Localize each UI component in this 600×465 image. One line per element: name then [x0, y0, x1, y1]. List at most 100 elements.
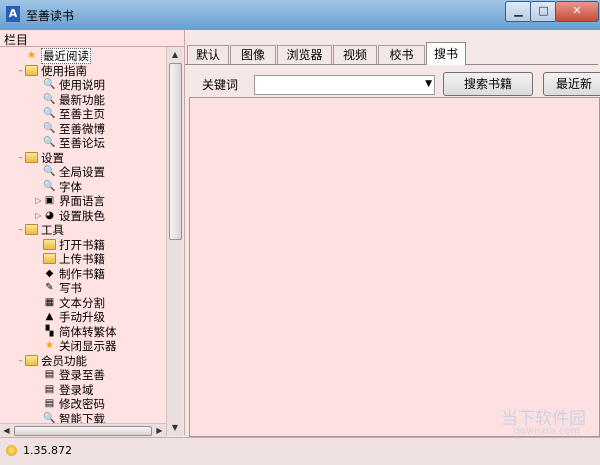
network-icon: ▤ — [44, 383, 55, 395]
book-icon: ◆ — [45, 267, 54, 279]
tree-item[interactable]: – 会员功能 — [16, 353, 88, 368]
upgrade-icon: ▲ — [45, 311, 54, 322]
magnifier-icon: 🔍 — [43, 122, 56, 134]
tree-item[interactable]: ▚ 简体转繁体 — [34, 325, 117, 339]
tree-item[interactable]: 上传书籍 — [34, 252, 105, 266]
recent-button[interactable]: 最近新 — [543, 72, 600, 96]
tab-0[interactable]: 默认 — [187, 45, 229, 64]
convert-icon: ▚ — [45, 325, 54, 337]
search-results-area — [189, 97, 600, 437]
tab-5[interactable]: 搜书 — [426, 42, 466, 65]
tree-item[interactable]: ▦ 文本分割 — [34, 296, 105, 310]
search-books-button[interactable]: 搜索书籍 — [443, 72, 533, 96]
folder-open-icon — [43, 238, 56, 250]
main-panel: 默认 图像 浏览器 视频 校书 搜书 关键词 ▼ 搜索书籍 最近新 — [185, 30, 600, 437]
network-icon: ▤ — [44, 398, 55, 409]
tree-item-label: 写书 — [59, 281, 82, 295]
tree-item[interactable]: 🔍 智能下载 — [34, 412, 105, 424]
network-icon: ▤ — [44, 369, 55, 380]
tree-item[interactable]: – 使用指南 — [16, 63, 88, 78]
tree-item-label: 会员功能 — [41, 353, 87, 368]
app-icon: A — [6, 6, 20, 22]
scroll-up-arrow-icon[interactable]: ▲ — [167, 47, 183, 63]
tree-item[interactable]: 打开书籍 — [34, 238, 105, 252]
tree-item-label: 字体 — [59, 179, 82, 194]
status-bar: 1.35.872 当下软件园 downxia.com — [0, 409, 600, 465]
tree-item[interactable]: ★ 关闭显示器 — [34, 339, 117, 353]
tree-item[interactable]: ▤ 登录域 — [34, 383, 94, 397]
tree-item[interactable]: ◆ 制作书籍 — [34, 267, 105, 281]
expand-toggle-icon[interactable]: – — [16, 64, 25, 78]
tab-2[interactable]: 浏览器 — [277, 45, 332, 64]
scroll-down-arrow-icon[interactable]: ▼ — [167, 420, 183, 436]
magnifier-icon: 🔍 — [43, 412, 56, 424]
scroll-thumb[interactable] — [169, 63, 182, 240]
tree-item[interactable]: 🔍 最新功能 — [34, 93, 105, 107]
folder-icon — [25, 64, 38, 76]
tree-item-label: 至善微博 — [59, 121, 105, 136]
tree-item[interactable]: ▤ 登录至善 — [34, 368, 105, 382]
tree-item[interactable]: ▷ ◕ 设置肤色 — [34, 209, 105, 223]
tree-item-label: 关闭显示器 — [59, 339, 117, 353]
expand-toggle-icon[interactable]: ▷ — [34, 194, 43, 208]
close-button[interactable]: ✕ — [555, 1, 599, 22]
star-icon: ★ — [27, 50, 36, 61]
expand-toggle-icon[interactable]: ▷ — [34, 209, 43, 223]
tab-3[interactable]: 视频 — [333, 45, 377, 64]
tree-item-label: 手动升级 — [59, 310, 105, 324]
tab-4[interactable]: 校书 — [378, 45, 425, 64]
keyword-label: 关键词 — [202, 78, 239, 92]
version-text: 1.35.872 — [23, 444, 72, 457]
tree-vertical-scrollbar[interactable]: ▲ ▼ — [166, 47, 183, 436]
magnifier-icon: 🔍 — [43, 180, 56, 192]
tree-item-label: 至善论坛 — [59, 136, 105, 150]
dropdown-arrow-icon[interactable]: ▼ — [425, 79, 432, 89]
tree-item-label: 使用指南 — [41, 63, 87, 78]
tree-item[interactable]: – 设置 — [16, 150, 65, 165]
tree-item-label: 修改密码 — [59, 397, 105, 411]
magnifier-icon: 🔍 — [43, 93, 56, 105]
keyword-input[interactable]: ▼ — [254, 75, 435, 95]
tree-item-label: 上传书籍 — [59, 252, 105, 266]
scroll-right-arrow-icon[interactable]: ▶ — [153, 424, 166, 437]
magnifier-icon: 🔍 — [43, 108, 56, 119]
tree-item-label: 设置肤色 — [59, 208, 105, 223]
expand-toggle-icon[interactable]: – — [16, 151, 25, 165]
tab-strip: 默认 图像 浏览器 视频 校书 搜书 — [185, 42, 598, 65]
expand-toggle-icon[interactable]: – — [16, 354, 25, 368]
tree-item[interactable]: ▤ 修改密码 — [34, 397, 105, 411]
pen-icon: ✎ — [45, 282, 54, 293]
tree-item[interactable]: ▲ 手动升级 — [34, 310, 105, 324]
tree-item[interactable]: 🔍 全局设置 — [34, 165, 105, 179]
tree-item[interactable]: 🔍 至善微博 — [34, 122, 105, 136]
tree-item[interactable]: 🔍 使用说明 — [34, 78, 105, 92]
scroll-left-arrow-icon[interactable]: ◀ — [0, 424, 13, 437]
tree-item-label: 设置 — [41, 150, 64, 165]
tree-item-label: 至善主页 — [59, 107, 105, 121]
tree-item-label: 工具 — [41, 223, 64, 237]
color-icon: ◕ — [45, 209, 54, 221]
tree-item[interactable]: ▷ ▣ 界面语言 — [34, 194, 105, 208]
tree-item[interactable]: ✎ 写书 — [34, 281, 82, 295]
category-tree: ★ 最近阅读 – 使用指南 🔍 使用说明 🔍 最新功能 🔍 至善主页 🔍 至善微博 🔍 至善论坛 – 设置 🔍 全… — [0, 47, 166, 423]
tree-item-label: 简体转繁体 — [59, 324, 117, 339]
minimize-button[interactable]: ▁ — [505, 1, 532, 22]
tree-item[interactable]: – 工具 — [16, 223, 65, 237]
magnifier-icon: 🔍 — [43, 137, 56, 148]
expand-toggle-icon[interactable]: – — [16, 223, 25, 237]
tree-item-label: 最近阅读 — [41, 48, 91, 64]
tree-item-label: 全局设置 — [59, 165, 105, 179]
tree-item-label: 打开书籍 — [59, 237, 105, 252]
tree-item[interactable]: 🔍 至善论坛 — [34, 136, 105, 150]
tree-item[interactable]: ★ 最近阅读 — [16, 48, 91, 64]
tree-item[interactable]: 🔍 至善主页 — [34, 107, 105, 121]
hscroll-thumb[interactable] — [14, 426, 152, 436]
tree-horizontal-scrollbar[interactable]: ◀ ▶ — [0, 423, 166, 437]
tree-item-label: 登录域 — [59, 382, 94, 397]
maximize-button[interactable]: □ — [530, 1, 557, 22]
tab-1[interactable]: 图像 — [230, 45, 276, 64]
tree-item-label: 智能下载 — [59, 411, 105, 424]
tree-item[interactable]: 🔍 字体 — [34, 180, 82, 194]
split-icon: ▦ — [44, 296, 55, 308]
language-icon: ▣ — [44, 195, 55, 206]
